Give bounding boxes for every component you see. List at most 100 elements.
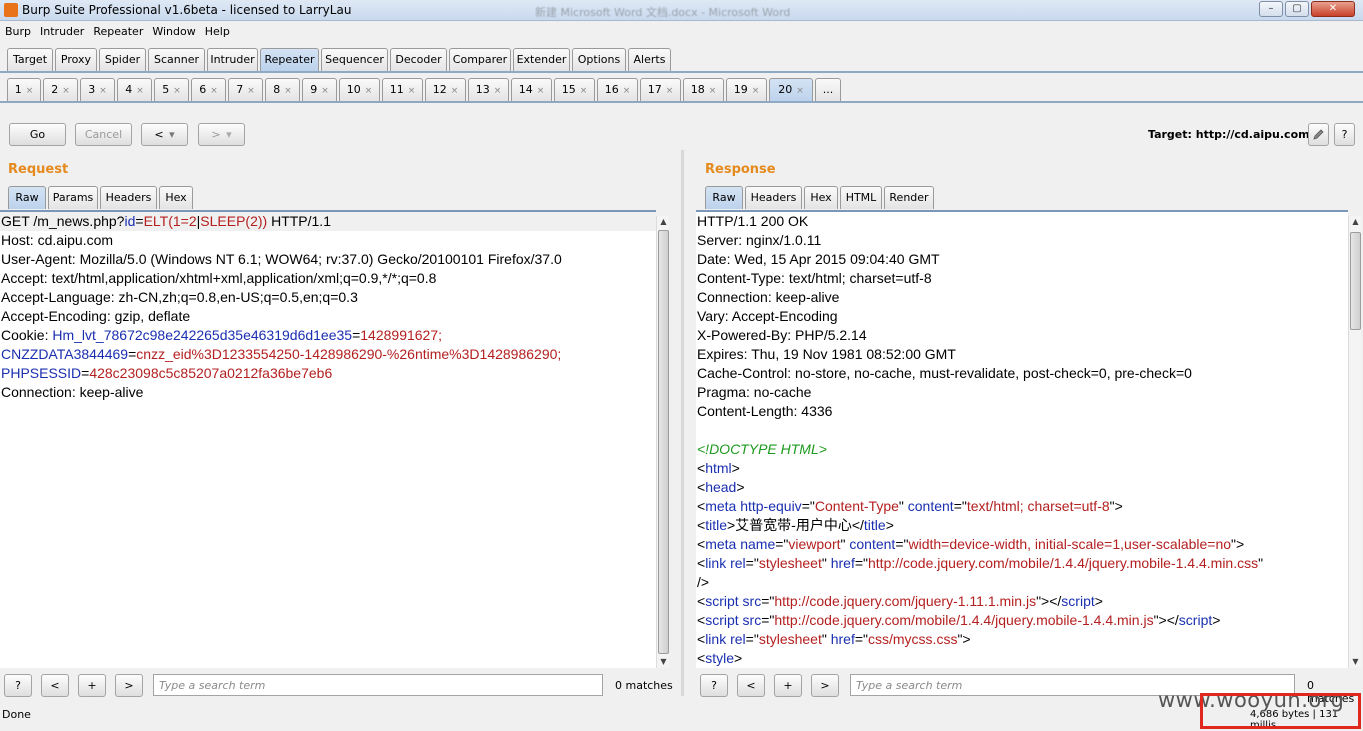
tab-scanner[interactable]: Scanner [148,48,205,71]
back-dropdown-icon[interactable]: ▾ [169,128,175,141]
close-tab-icon[interactable]: × [210,86,218,96]
repeater-tab-17[interactable]: 17 × [640,78,681,101]
repeater-tab-18[interactable]: 18 × [683,78,724,101]
menu-help[interactable]: Help [200,22,234,38]
repeater-tab-6[interactable]: 6 × [191,78,226,101]
repeater-tab-19[interactable]: 19 × [726,78,767,101]
response-tab-render[interactable]: Render [884,186,934,209]
close-tab-icon[interactable]: × [408,86,416,96]
request-scroll-thumb[interactable] [658,230,669,654]
repeater-tab-16[interactable]: 16 × [597,78,638,101]
repeater-tab-10[interactable]: 10 × [339,78,380,101]
tab-repeater[interactable]: Repeater [260,48,319,71]
scroll-down-icon[interactable]: ▼ [1349,656,1362,668]
repeater-tab-1[interactable]: 1 × [7,78,41,101]
scroll-up-icon[interactable]: ▲ [1349,216,1362,228]
response-scroll-thumb[interactable] [1350,232,1361,330]
help-icon[interactable]: ? [1334,123,1355,146]
go-button[interactable]: Go [9,123,66,146]
response-editor[interactable]: HTTP/1.1 200 OK Server: nginx/1.0.11 Date:… [696,210,1348,668]
response-tab-raw[interactable]: Raw [705,186,743,209]
menu-intruder[interactable]: Intruder [35,22,88,38]
request-editor[interactable]: GET /m_news.php?id=ELT(1=2|SLEEP(2)) HTT… [0,210,656,668]
cancel-button[interactable]: Cancel [75,123,132,146]
close-tab-icon[interactable]: × [623,86,631,96]
response-search-next-button[interactable]: > [811,674,839,697]
close-tab-icon[interactable]: × [99,86,107,96]
repeater-tab-3[interactable]: 3 × [80,78,115,101]
repeater-tab-14[interactable]: 14 × [511,78,552,101]
close-tab-icon[interactable]: × [537,86,545,96]
response-search-add-button[interactable]: + [774,674,802,697]
tab-alerts[interactable]: Alerts [628,48,671,71]
close-tab-icon[interactable]: × [247,86,255,96]
close-tab-icon[interactable]: × [321,86,329,96]
minimize-button[interactable]: – [1259,1,1283,17]
close-tab-icon[interactable]: × [796,86,804,96]
request-search-next-button[interactable]: > [115,674,143,697]
request-tab-headers[interactable]: Headers [100,186,157,209]
split-pane-divider[interactable] [681,150,684,696]
response-line: /> [696,573,1348,592]
close-tab-icon[interactable]: × [62,86,70,96]
tab-sequencer[interactable]: Sequencer [321,48,388,71]
repeater-tab-7[interactable]: 7 × [228,78,263,101]
maximize-button[interactable]: ▢ [1285,1,1309,17]
repeater-tab-20[interactable]: 20 × [769,78,813,101]
repeater-tab-13[interactable]: 13 × [468,78,509,101]
close-tab-icon[interactable]: × [666,86,674,96]
back-button[interactable]: < ▾ [141,123,188,146]
request-tab-hex[interactable]: Hex [159,186,193,209]
repeater-tab-5[interactable]: 5 × [154,78,189,101]
forward-dropdown-icon[interactable]: ▾ [226,128,232,141]
forward-button[interactable]: > ▾ [198,123,245,146]
repeater-tab-15[interactable]: 15 × [554,78,595,101]
repeater-tab-12[interactable]: 12 × [425,78,466,101]
request-search-input[interactable]: Type a search term [153,674,603,696]
response-tab-html[interactable]: HTML [840,186,882,209]
request-tab-params[interactable]: Params [48,186,98,209]
response-tab-headers[interactable]: Headers [745,186,802,209]
close-tab-icon[interactable]: × [709,86,717,96]
tab-spider[interactable]: Spider [99,48,146,71]
close-tab-icon[interactable]: × [494,86,502,96]
scroll-up-icon[interactable]: ▲ [657,216,670,228]
response-tab-hex[interactable]: Hex [804,186,838,209]
close-tab-icon[interactable]: × [284,86,292,96]
tab-extender[interactable]: Extender [513,48,570,71]
tab-options[interactable]: Options [572,48,626,71]
request-search-help-button[interactable]: ? [4,674,32,697]
request-search-prev-button[interactable]: < [41,674,69,697]
close-button[interactable]: ✕ [1311,1,1355,17]
close-tab-icon[interactable]: × [365,86,373,96]
response-search-help-button[interactable]: ? [700,674,728,697]
menu-repeater[interactable]: Repeater [88,22,147,38]
request-search-add-button[interactable]: + [78,674,106,697]
tab-proxy[interactable]: Proxy [55,48,97,71]
repeater-tab-2[interactable]: 2 × [43,78,78,101]
response-scrollbar[interactable]: ▲ ▼ [1348,216,1361,668]
close-tab-icon[interactable]: × [451,86,459,96]
close-tab-icon[interactable]: × [580,86,588,96]
tab-intruder[interactable]: Intruder [207,48,258,71]
close-tab-icon[interactable]: × [136,86,144,96]
tab-target[interactable]: Target [7,48,53,71]
repeater-tab-8[interactable]: 8 × [265,78,300,101]
scroll-down-icon[interactable]: ▼ [657,656,670,668]
repeater-tab-more[interactable]: ... [815,78,841,101]
request-scrollbar[interactable]: ▲ ▼ [656,216,669,668]
menu-burp[interactable]: Burp [0,22,35,38]
close-tab-icon[interactable]: × [26,86,34,96]
repeater-tab-4[interactable]: 4 × [117,78,152,101]
response-line: <html> [696,459,1348,478]
pencil-icon[interactable] [1308,123,1329,146]
tab-comparer[interactable]: Comparer [449,48,511,71]
tab-decoder[interactable]: Decoder [390,48,447,71]
close-tab-icon[interactable]: × [173,86,181,96]
close-tab-icon[interactable]: × [752,86,760,96]
repeater-tab-9[interactable]: 9 × [302,78,337,101]
request-tab-raw[interactable]: Raw [8,186,46,209]
response-search-prev-button[interactable]: < [737,674,765,697]
menu-window[interactable]: Window [147,22,199,38]
repeater-tab-11[interactable]: 11 × [382,78,423,101]
